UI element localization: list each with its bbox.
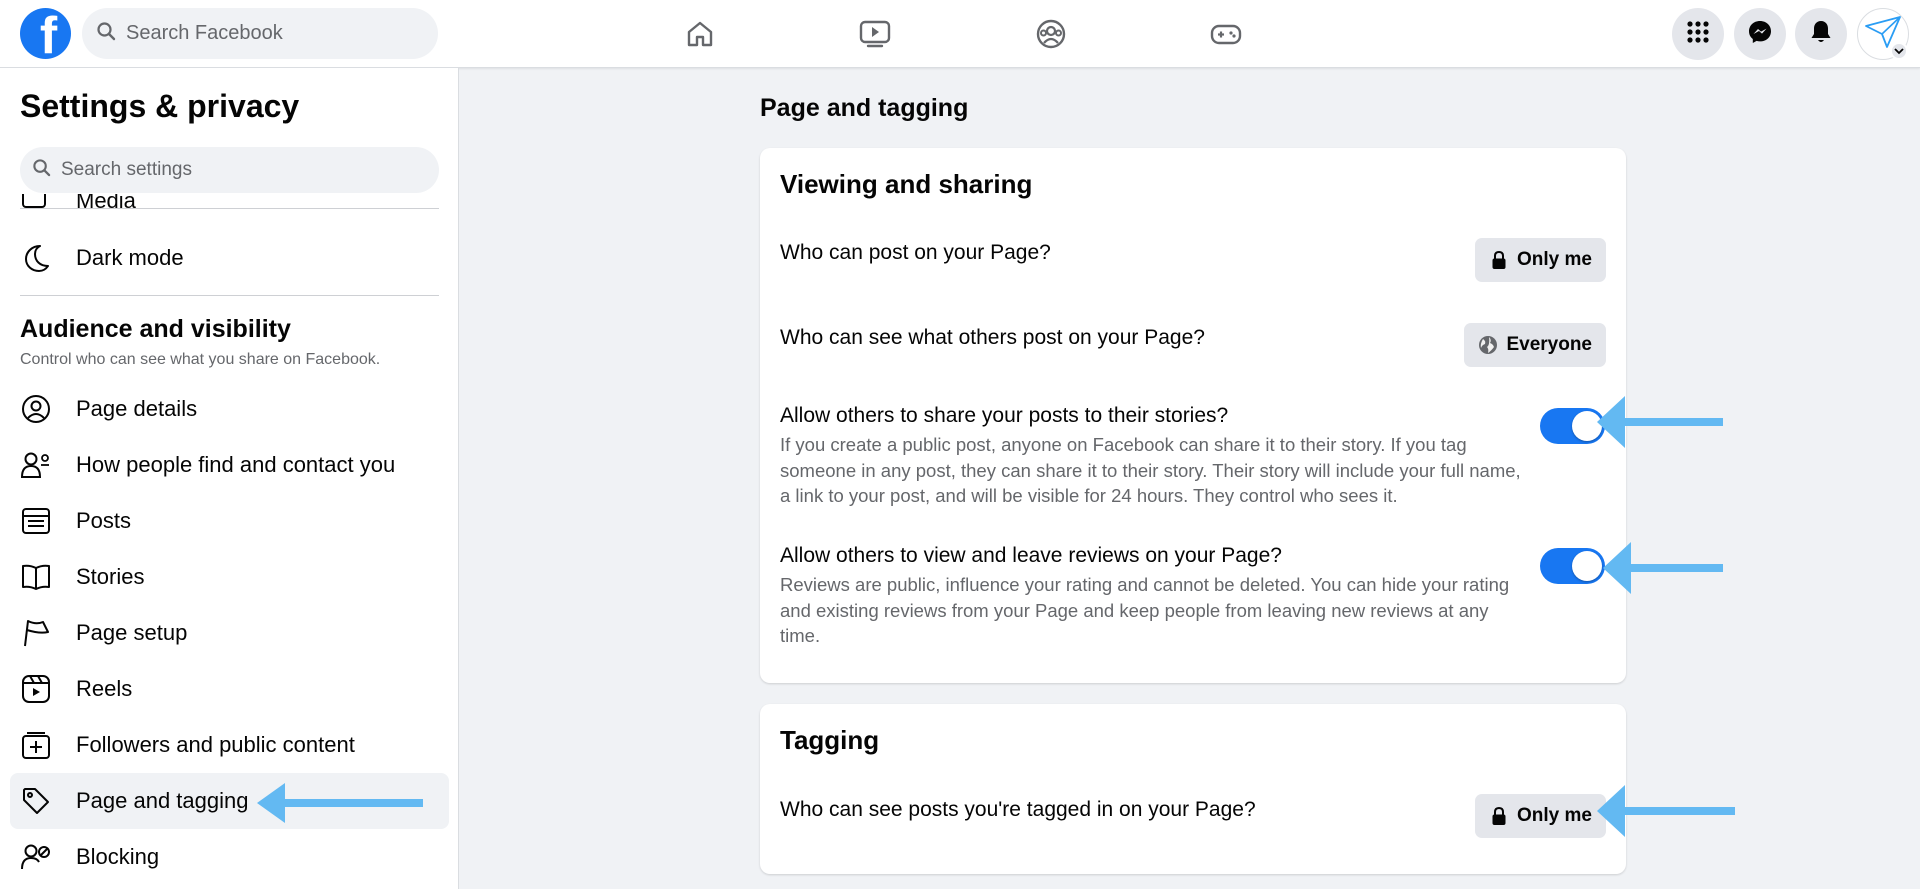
chevron-down-icon [1894, 42, 1904, 60]
sidebar-item-label: Blocking [76, 844, 160, 869]
bell-icon [1809, 19, 1833, 50]
sidebar-item-label: Reels [76, 676, 133, 701]
reviews-toggle[interactable] [1540, 548, 1605, 584]
flag-icon [20, 617, 52, 649]
posts-icon [20, 505, 52, 537]
tagged-posts-label: Who can see posts you're tagged in on yo… [780, 798, 1256, 821]
book-icon [20, 561, 52, 593]
sidebar-item-followers[interactable]: Followers and public content [10, 717, 449, 773]
annotation-arrow-icon [1603, 542, 1723, 594]
people-find-icon [20, 449, 52, 481]
home-icon[interactable] [680, 14, 720, 54]
sidebar-item-page-details[interactable]: Page details [10, 381, 449, 437]
who-can-see-others-posts-button[interactable]: Everyone [1464, 323, 1606, 367]
share-to-stories-toggle[interactable] [1540, 408, 1605, 444]
sidebar-item-stories[interactable]: Stories [10, 549, 449, 605]
annotation-arrow-icon [1597, 396, 1723, 448]
sidebar-item-posts[interactable]: Posts [10, 493, 449, 549]
reels-icon [20, 673, 52, 705]
share-to-stories-description: If you create a public post, anyone on F… [780, 434, 1521, 506]
facebook-logo[interactable]: f [20, 8, 71, 59]
card-title: Viewing and sharing [780, 169, 1033, 199]
facebook-search-input[interactable] [126, 22, 438, 45]
messenger-icon [1747, 19, 1773, 50]
facebook-search-box[interactable] [82, 8, 438, 59]
sidebar-item-how-people-find[interactable]: How people find and contact you [10, 437, 449, 493]
grid-icon [1686, 20, 1710, 49]
sidebar-item-label: Page and tagging [76, 788, 249, 813]
media-icon [20, 194, 52, 214]
followers-icon [20, 729, 52, 761]
groups-icon[interactable] [1031, 14, 1071, 54]
reviews-description: Reviews are public, influence your ratin… [780, 574, 1510, 646]
who-can-post-label: Who can post on your Page? [780, 241, 1051, 264]
reviews-label: Allow others to view and leave reviews o… [780, 544, 1282, 567]
card-title: Tagging [780, 725, 880, 755]
page-title: Page and tagging [760, 94, 969, 122]
divider [20, 295, 439, 296]
account-menu-caret[interactable] [1890, 42, 1908, 60]
section-subtitle: Control who can see what you share on Fa… [20, 351, 381, 368]
toggle-knob [1572, 551, 1602, 581]
notifications-button[interactable] [1795, 8, 1847, 60]
menu-grid-button[interactable] [1672, 8, 1724, 60]
who-can-see-others-posts-label: Who can see what others post on your Pag… [780, 326, 1205, 349]
sidebar-item-blocking[interactable]: Blocking [10, 829, 449, 885]
moon-icon [20, 242, 52, 274]
viewing-and-sharing-card: Viewing and sharing Who can post on your… [760, 148, 1626, 683]
globe-icon [1478, 334, 1498, 356]
sidebar-item-page-setup[interactable]: Page setup [10, 605, 449, 661]
video-icon[interactable] [855, 14, 895, 54]
sidebar-item-label: Posts [76, 508, 132, 533]
tag-icon [20, 785, 52, 817]
sidebar-title: Settings & privacy [20, 88, 300, 124]
tagging-card: Tagging Who can see posts you're tagged … [760, 704, 1626, 874]
lock-icon [1489, 805, 1509, 827]
settings-search-input[interactable] [61, 159, 439, 181]
lock-icon [1489, 249, 1509, 271]
tagged-posts-button[interactable]: Only me [1475, 794, 1606, 838]
sidebar-item-dark-mode[interactable]: Dark mode [10, 230, 449, 286]
blocking-icon [20, 841, 52, 873]
settings-search-box[interactable] [20, 147, 439, 193]
settings-sidebar: Settings & privacy Media Dark mode Audie… [0, 68, 459, 889]
annotation-arrow-icon [257, 783, 423, 823]
search-icon [96, 21, 116, 46]
sidebar-item-label: Page details [76, 396, 198, 421]
sidebar-item-label: How people find and contact you [76, 452, 396, 477]
sidebar-item-label: Page setup [76, 620, 188, 645]
sidebar-item-label: Followers and public content [76, 732, 355, 757]
sidebar-item-label: Stories [76, 564, 145, 589]
gaming-icon[interactable] [1206, 14, 1246, 54]
annotation-arrow-icon [1597, 785, 1735, 837]
messenger-button[interactable] [1734, 8, 1786, 60]
sidebar-item-media-partial[interactable]: Media [20, 194, 220, 214]
sidebar-item-label: Dark mode [76, 245, 184, 270]
search-icon [32, 158, 51, 182]
section-title: Audience and visibility [20, 315, 291, 343]
share-to-stories-label: Allow others to share your posts to thei… [780, 404, 1229, 427]
sidebar-item-reels[interactable]: Reels [10, 661, 449, 717]
top-navigation-bar: f [0, 0, 1920, 68]
profile-circle-icon [20, 393, 52, 425]
who-can-post-button[interactable]: Only me [1475, 238, 1606, 282]
sidebar-item-label: Media [76, 194, 136, 213]
